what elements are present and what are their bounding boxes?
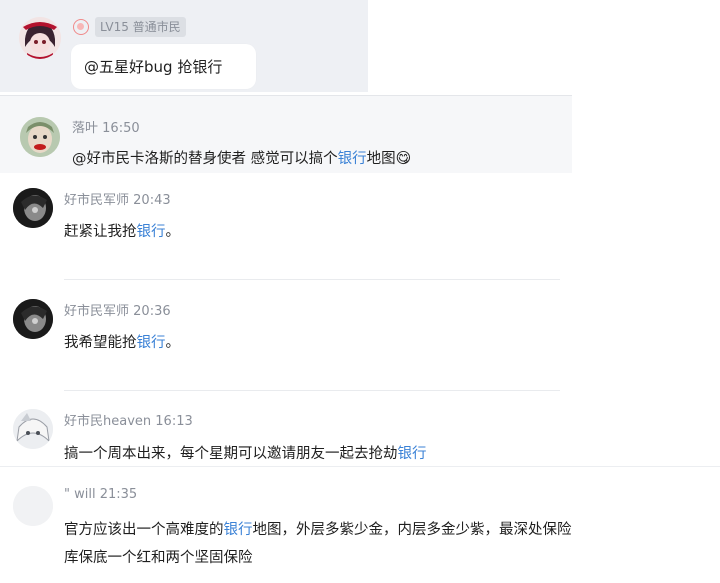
- message-meta: 好市民heaven 16:13: [64, 410, 193, 429]
- message-text: 赶紧让我抢银行。: [64, 220, 180, 241]
- message-time: 16:13: [155, 414, 193, 429]
- message-meta: 好市民军师 20:43: [64, 189, 171, 208]
- author-name[interactable]: 好市民军师: [64, 193, 129, 208]
- avatar[interactable]: [13, 409, 53, 449]
- message-text: @五星好bug 抢银行: [84, 58, 223, 76]
- text-segment: 。: [165, 224, 181, 240]
- message-text: 搞一个周本出来，每个星期可以邀请朋友一起去抢劫银行: [64, 442, 427, 463]
- message-time: 20:43: [133, 193, 171, 208]
- text-segment: 赶紧让我抢: [64, 224, 137, 240]
- smile-emoji-icon: 😋: [395, 149, 412, 167]
- avatar[interactable]: [20, 117, 60, 157]
- message-text: 我希望能抢银行。: [64, 331, 180, 352]
- author-name[interactable]: " will: [64, 487, 96, 502]
- message-time: 16:50: [102, 121, 140, 136]
- text-segment: 官方应该出一个高难度的: [64, 522, 224, 538]
- message-meta: 好市民军师 20:36: [64, 300, 171, 319]
- divider: [0, 95, 572, 96]
- text-segment: 我希望能抢: [64, 335, 137, 351]
- bank-link[interactable]: 银行: [398, 446, 427, 462]
- author-name[interactable]: 好市民heaven: [64, 414, 151, 429]
- text-segment: 搞一个周本出来，每个星期可以邀请朋友一起去抢劫: [64, 446, 398, 462]
- bank-link[interactable]: 银行: [137, 335, 166, 351]
- message-text: @好市民卡洛斯的替身使者 感觉可以搞个银行地图😋: [72, 147, 411, 168]
- avatar[interactable]: [13, 299, 53, 339]
- divider: [0, 466, 720, 467]
- message-text: 官方应该出一个高难度的银行地图，外层多紫少金，内层多金少紫，最深处保险: [64, 518, 572, 539]
- avatar[interactable]: [13, 188, 53, 228]
- author-name[interactable]: 好市民军师: [64, 304, 129, 319]
- divider: [64, 279, 560, 280]
- message-meta: " will 21:35: [64, 487, 137, 502]
- bank-link[interactable]: 银行: [137, 224, 166, 240]
- level-badge: LV15 普通市民: [95, 17, 186, 37]
- avatar[interactable]: [19, 17, 61, 59]
- message-meta: 落叶 16:50: [72, 117, 140, 136]
- bank-link[interactable]: 银行: [338, 151, 367, 167]
- message-time: 20:36: [133, 304, 171, 319]
- text-segment: @好市民卡洛斯的替身使者 感觉可以搞个: [72, 151, 338, 167]
- text-segment: 地图: [366, 151, 396, 167]
- avatar[interactable]: [13, 486, 53, 526]
- text-segment: 地图，外层多紫少金，内层多金少紫，最深处保险: [252, 522, 572, 538]
- message-time: 21:35: [99, 487, 138, 502]
- message-text-line2: 库保底一个红和两个坚固保险: [64, 546, 253, 567]
- bank-link[interactable]: 银行: [224, 522, 253, 538]
- message-bubble: @五星好bug 抢银行: [71, 44, 256, 89]
- divider: [64, 390, 560, 391]
- text-segment: 。: [165, 335, 181, 351]
- level-icon: [73, 19, 89, 35]
- text-segment: 库保底一个红和两个坚固保险: [64, 550, 253, 566]
- author-name[interactable]: 落叶: [72, 121, 98, 136]
